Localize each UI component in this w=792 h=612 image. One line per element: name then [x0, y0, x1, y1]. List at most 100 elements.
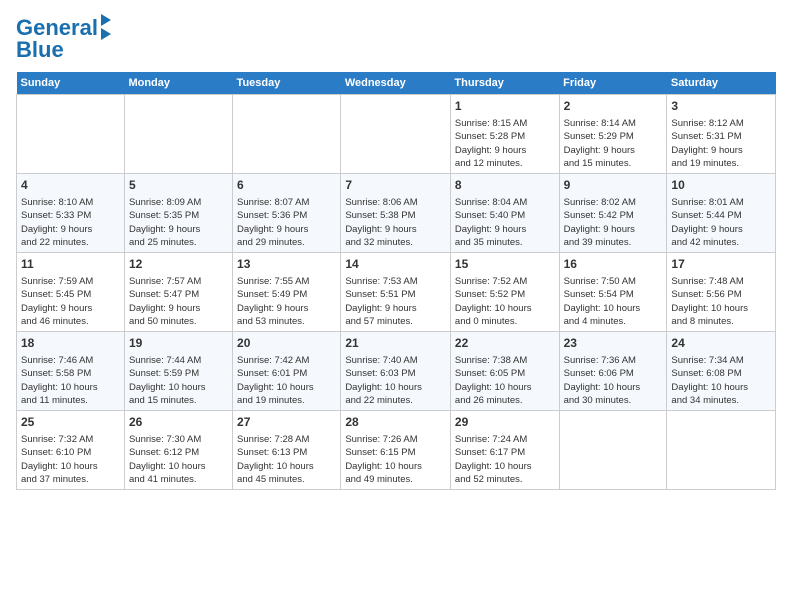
day-info: Sunrise: 7:28 AMSunset: 6:13 PMDaylight:… — [237, 433, 336, 486]
day-info: Sunrise: 8:15 AMSunset: 5:28 PMDaylight:… — [455, 117, 555, 170]
calendar-cell: 6 Sunrise: 8:07 AMSunset: 5:36 PMDaylight… — [233, 174, 341, 253]
week-row-4: 18Sunrise: 7:46 AMSunset: 5:58 PMDayligh… — [17, 332, 776, 411]
calendar-cell: 17 Sunrise: 7:48 AMSunset: 5:56 PMDayligh… — [667, 253, 776, 332]
day-info: Sunrise: 7:24 AMSunset: 6:17 PMDaylight:… — [455, 433, 555, 486]
calendar-cell: 10 Sunrise: 8:01 AMSunset: 5:44 PMDayligh… — [667, 174, 776, 253]
calendar-cell — [124, 95, 232, 174]
day-info: Sunrise: 7:57 AMSunset: 5:47 PMDaylight:… — [129, 275, 228, 328]
logo-subtext: Blue — [16, 38, 64, 62]
calendar-cell: 28 Sunrise: 7:26 AMSunset: 6:15 PMDayligh… — [341, 411, 451, 490]
day-number: 21 — [345, 335, 446, 352]
day-number: 27 — [237, 414, 336, 431]
day-info: Sunrise: 7:42 AMSunset: 6:01 PMDaylight:… — [237, 354, 336, 407]
calendar-cell — [233, 95, 341, 174]
day-number: 26 — [129, 414, 228, 431]
day-info: Sunrise: 8:02 AMSunset: 5:42 PMDaylight:… — [564, 196, 663, 249]
day-info: Sunrise: 7:50 AMSunset: 5:54 PMDaylight:… — [564, 275, 663, 328]
day-number: 23 — [564, 335, 663, 352]
col-thursday: Thursday — [450, 72, 559, 95]
day-info: Sunrise: 7:26 AMSunset: 6:15 PMDaylight:… — [345, 433, 446, 486]
calendar-cell: 5 Sunrise: 8:09 AMSunset: 5:35 PMDaylight… — [124, 174, 232, 253]
calendar-cell: 7 Sunrise: 8:06 AMSunset: 5:38 PMDaylight… — [341, 174, 451, 253]
day-info: Sunrise: 8:14 AMSunset: 5:29 PMDaylight:… — [564, 117, 663, 170]
page: General Blue Sunday Monday Tuesday We — [0, 0, 792, 498]
calendar-cell: 12 Sunrise: 7:57 AMSunset: 5:47 PMDayligh… — [124, 253, 232, 332]
day-number: 7 — [345, 177, 446, 194]
col-saturday: Saturday — [667, 72, 776, 95]
day-number: 5 — [129, 177, 228, 194]
calendar-cell: 2 Sunrise: 8:14 AMSunset: 5:29 PMDaylight… — [559, 95, 667, 174]
day-number: 17 — [671, 256, 771, 273]
day-number: 22 — [455, 335, 555, 352]
day-info: Sunrise: 7:53 AMSunset: 5:51 PMDaylight:… — [345, 275, 446, 328]
calendar-table: Sunday Monday Tuesday Wednesday Thursday… — [16, 72, 776, 490]
day-number: 28 — [345, 414, 446, 431]
calendar-cell: 27 Sunrise: 7:28 AMSunset: 6:13 PMDayligh… — [233, 411, 341, 490]
day-info: Sunrise: 8:01 AMSunset: 5:44 PMDaylight:… — [671, 196, 771, 249]
day-number: 1 — [455, 98, 555, 115]
calendar-cell: 4 Sunrise: 8:10 AMSunset: 5:33 PMDaylight… — [17, 174, 125, 253]
calendar-cell: 15Sunrise: 7:52 AMSunset: 5:52 PMDayligh… — [450, 253, 559, 332]
day-number: 24 — [671, 335, 771, 352]
logo: General Blue — [16, 16, 111, 62]
col-sunday: Sunday — [17, 72, 125, 95]
day-info: Sunrise: 7:36 AMSunset: 6:06 PMDaylight:… — [564, 354, 663, 407]
day-info: Sunrise: 7:44 AMSunset: 5:59 PMDaylight:… — [129, 354, 228, 407]
week-row-1: 1 Sunrise: 8:15 AMSunset: 5:28 PMDaylight… — [17, 95, 776, 174]
day-info: Sunrise: 8:04 AMSunset: 5:40 PMDaylight:… — [455, 196, 555, 249]
day-info: Sunrise: 7:38 AMSunset: 6:05 PMDaylight:… — [455, 354, 555, 407]
calendar-cell: 19 Sunrise: 7:44 AMSunset: 5:59 PMDayligh… — [124, 332, 232, 411]
day-number: 16 — [564, 256, 663, 273]
header: General Blue — [16, 16, 776, 62]
day-info: Sunrise: 7:30 AMSunset: 6:12 PMDaylight:… — [129, 433, 228, 486]
day-info: Sunrise: 8:07 AMSunset: 5:36 PMDaylight:… — [237, 196, 336, 249]
day-number: 14 — [345, 256, 446, 273]
calendar-cell: 24 Sunrise: 7:34 AMSunset: 6:08 PMDayligh… — [667, 332, 776, 411]
week-row-3: 11Sunrise: 7:59 AMSunset: 5:45 PMDayligh… — [17, 253, 776, 332]
day-number: 15 — [455, 256, 555, 273]
calendar-cell: 20 Sunrise: 7:42 AMSunset: 6:01 PMDayligh… — [233, 332, 341, 411]
col-wednesday: Wednesday — [341, 72, 451, 95]
calendar-cell: 11Sunrise: 7:59 AMSunset: 5:45 PMDayligh… — [17, 253, 125, 332]
calendar-cell — [667, 411, 776, 490]
day-info: Sunrise: 7:55 AMSunset: 5:49 PMDaylight:… — [237, 275, 336, 328]
calendar-body: 1 Sunrise: 8:15 AMSunset: 5:28 PMDaylight… — [17, 95, 776, 490]
day-number: 3 — [671, 98, 771, 115]
calendar-cell: 1 Sunrise: 8:15 AMSunset: 5:28 PMDaylight… — [450, 95, 559, 174]
day-number: 25 — [21, 414, 120, 431]
day-number: 20 — [237, 335, 336, 352]
calendar-cell: 23 Sunrise: 7:36 AMSunset: 6:06 PMDayligh… — [559, 332, 667, 411]
day-info: Sunrise: 7:34 AMSunset: 6:08 PMDaylight:… — [671, 354, 771, 407]
day-number: 10 — [671, 177, 771, 194]
day-number: 19 — [129, 335, 228, 352]
day-info: Sunrise: 7:40 AMSunset: 6:03 PMDaylight:… — [345, 354, 446, 407]
day-number: 12 — [129, 256, 228, 273]
calendar-cell: 3Sunrise: 8:12 AMSunset: 5:31 PMDaylight… — [667, 95, 776, 174]
calendar-cell — [559, 411, 667, 490]
week-row-2: 4 Sunrise: 8:10 AMSunset: 5:33 PMDaylight… — [17, 174, 776, 253]
calendar-cell: 8 Sunrise: 8:04 AMSunset: 5:40 PMDaylight… — [450, 174, 559, 253]
calendar-cell: 25 Sunrise: 7:32 AMSunset: 6:10 PMDayligh… — [17, 411, 125, 490]
calendar-cell: 29Sunrise: 7:24 AMSunset: 6:17 PMDayligh… — [450, 411, 559, 490]
col-tuesday: Tuesday — [233, 72, 341, 95]
day-info: Sunrise: 7:46 AMSunset: 5:58 PMDaylight:… — [21, 354, 120, 407]
calendar-cell: 26 Sunrise: 7:30 AMSunset: 6:12 PMDayligh… — [124, 411, 232, 490]
day-number: 8 — [455, 177, 555, 194]
day-info: Sunrise: 7:48 AMSunset: 5:56 PMDaylight:… — [671, 275, 771, 328]
day-info: Sunrise: 8:10 AMSunset: 5:33 PMDaylight:… — [21, 196, 120, 249]
col-friday: Friday — [559, 72, 667, 95]
calendar-cell: 22 Sunrise: 7:38 AMSunset: 6:05 PMDayligh… — [450, 332, 559, 411]
day-number: 6 — [237, 177, 336, 194]
day-number: 9 — [564, 177, 663, 194]
week-row-5: 25 Sunrise: 7:32 AMSunset: 6:10 PMDayligh… — [17, 411, 776, 490]
day-number: 4 — [21, 177, 120, 194]
calendar-cell: 9 Sunrise: 8:02 AMSunset: 5:42 PMDaylight… — [559, 174, 667, 253]
calendar-cell: 21 Sunrise: 7:40 AMSunset: 6:03 PMDayligh… — [341, 332, 451, 411]
day-info: Sunrise: 8:06 AMSunset: 5:38 PMDaylight:… — [345, 196, 446, 249]
calendar-cell — [341, 95, 451, 174]
day-info: Sunrise: 8:09 AMSunset: 5:35 PMDaylight:… — [129, 196, 228, 249]
day-number: 2 — [564, 98, 663, 115]
day-info: Sunrise: 7:32 AMSunset: 6:10 PMDaylight:… — [21, 433, 120, 486]
calendar-cell: 18Sunrise: 7:46 AMSunset: 5:58 PMDayligh… — [17, 332, 125, 411]
col-monday: Monday — [124, 72, 232, 95]
